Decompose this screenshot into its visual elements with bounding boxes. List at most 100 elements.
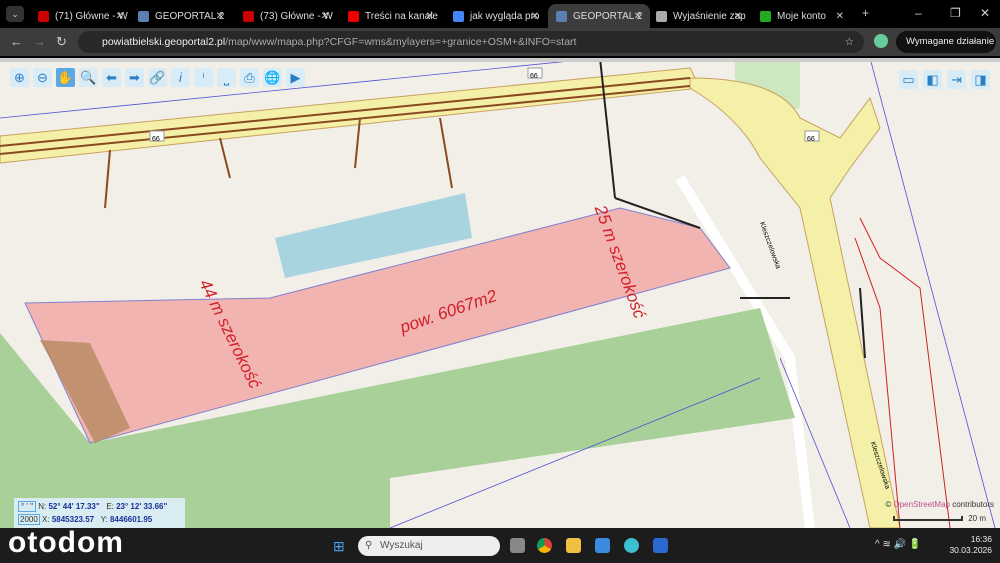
tab-favicon-icon <box>348 10 359 22</box>
map-view[interactable]: 66 66 66 Kleszczelowska Kleszczelowska p… <box>0 58 1000 528</box>
minimize-button[interactable]: – <box>915 6 922 20</box>
map-toolbar: ⊕ ⊖ ✋ 🔍 ⬅ ➡ 🔗 i ⁱ ⎵ ⎙ 🌐 ▶ <box>10 68 305 87</box>
attribution: © OpenStreetMap contributors <box>885 500 994 509</box>
road-number-label: 66 <box>530 73 538 80</box>
y-value: 8446601.95 <box>109 515 153 524</box>
n-label: N: <box>38 502 47 511</box>
action-required-button[interactable]: Wymagane działanie ⋮ <box>896 31 996 69</box>
app-icon[interactable] <box>653 538 668 553</box>
forward-icon[interactable]: → <box>33 34 46 49</box>
tab-label: Moje konto <box>777 10 826 22</box>
latitude-value: 52° 44' 17.33" <box>48 502 100 511</box>
tab-favicon-icon <box>556 10 567 22</box>
side-road <box>689 77 901 528</box>
x-label: X: <box>42 515 50 524</box>
x-value: 5845323.57 <box>51 515 95 524</box>
tab[interactable]: GEOPORTAL 2 ✕ <box>130 4 232 28</box>
tab[interactable]: (71) Główne - W ✕ <box>30 4 132 28</box>
search-icon: ⚲ <box>365 540 373 551</box>
close-tab-icon[interactable]: ✕ <box>426 11 434 22</box>
zoom-out-icon[interactable]: ⊖ <box>33 68 52 87</box>
close-tab-icon[interactable]: ✕ <box>836 11 844 22</box>
video-icon[interactable]: ▶ <box>286 68 305 87</box>
tab-favicon-icon <box>38 10 49 22</box>
pan-hand-icon[interactable]: ✋ <box>56 68 75 87</box>
scale-label: 20 m <box>968 514 986 523</box>
tab-favicon-icon <box>243 10 254 22</box>
road-number-label: 66 <box>807 136 815 143</box>
attribution-suffix: contributors <box>949 500 994 509</box>
time: 16:36 <box>970 534 992 544</box>
windows-start-icon[interactable]: ⊞ <box>333 538 345 555</box>
tab-search-button[interactable]: ⌄ <box>6 6 24 22</box>
chrome-icon[interactable] <box>537 538 552 553</box>
tab[interactable]: jak wygląda pro ✕ <box>445 4 547 28</box>
scale-bar: 20 m <box>893 514 986 523</box>
otodom-watermark: otodom <box>8 526 124 559</box>
panel-left-icon[interactable]: ◧ <box>923 70 942 89</box>
zoom-in-icon[interactable]: ⊕ <box>10 68 29 87</box>
maximize-button[interactable]: ❐ <box>950 6 961 20</box>
clock[interactable]: 16:36 30.03.2026 <box>949 534 992 556</box>
close-tab-icon[interactable]: ✕ <box>734 11 742 22</box>
file-explorer-icon[interactable] <box>566 538 581 553</box>
tab-bar: ⌄ (71) Główne - W ✕ GEOPORTAL 2 ✕ (73) Główn… <box>0 0 1000 28</box>
y-label: Y: <box>100 515 108 524</box>
tab-favicon-icon <box>760 10 771 22</box>
panel-toolbar: ▭ ◧ ⇥ ◨ <box>899 70 990 89</box>
tab[interactable]: Moje konto ✕ <box>752 4 852 28</box>
close-window-button[interactable]: ✕ <box>980 6 990 20</box>
url-input[interactable]: powiatbielski.geoportal2.pl/map/www/mapa… <box>78 31 864 53</box>
tab-favicon-icon <box>453 10 464 22</box>
coord-system-dms[interactable]: ° ' " <box>18 501 37 512</box>
coordinates-panel: ° ' " N: 52° 44' 17.33" E: 23° 12' 33.66… <box>14 498 185 528</box>
bookmark-star-icon[interactable]: ☆ <box>845 31 854 53</box>
close-tab-icon[interactable]: ✕ <box>116 11 124 22</box>
taskbar: otodom ⊞ ⚲ Wyszukaj ^ ≋ 🔊 🔋 16:36 30.03.20… <box>0 526 1000 563</box>
edge-icon[interactable] <box>624 538 639 553</box>
close-tab-icon[interactable]: ✕ <box>531 11 539 22</box>
panel-export-icon[interactable]: ⇥ <box>947 70 966 89</box>
search-placeholder: Wyszukaj <box>380 540 423 551</box>
globe-icon[interactable]: 🌐 <box>263 68 282 87</box>
tab[interactable]: (73) Główne - W ✕ <box>235 4 337 28</box>
url-host: powiatbielski.geoportal2.pl <box>102 36 226 48</box>
print-icon[interactable]: ⎙ <box>240 68 259 87</box>
info-icon[interactable]: i <box>171 68 190 87</box>
coord-system-2000[interactable]: 2000 <box>18 514 40 525</box>
address-bar: ← → ↻ powiatbielski.geoportal2.pl/map/ww… <box>0 28 1000 69</box>
taskbar-search[interactable]: ⚲ Wyszukaj <box>358 536 500 556</box>
longitude-value: 23° 12' 33.66" <box>116 502 168 511</box>
panel-top-icon[interactable]: ▭ <box>899 70 918 89</box>
tab-favicon-icon <box>656 10 667 22</box>
e-label: E: <box>106 502 114 511</box>
tab-label: GEOPORTAL 2 <box>573 10 643 22</box>
tab-label: GEOPORTAL 2 <box>155 10 225 22</box>
close-tab-icon[interactable]: ✕ <box>321 11 329 22</box>
tab[interactable]: Wyjaśnienie zap ✕ <box>648 4 750 28</box>
panel-right-icon[interactable]: ◨ <box>971 70 990 89</box>
tab[interactable]: GEOPORTAL 2 ✕ <box>548 4 650 28</box>
photos-icon[interactable] <box>595 538 610 553</box>
task-view-icon[interactable] <box>510 538 525 553</box>
new-tab-button[interactable]: + <box>862 6 869 20</box>
close-tab-icon[interactable]: ✕ <box>634 11 642 22</box>
tab-favicon-icon <box>138 10 149 22</box>
arrow-right-icon[interactable]: ➡ <box>125 68 144 87</box>
map-canvas <box>0 62 996 528</box>
date: 30.03.2026 <box>949 545 992 555</box>
arrow-left-icon[interactable]: ⬅ <box>102 68 121 87</box>
back-icon[interactable]: ← <box>10 34 23 49</box>
tray-icons[interactable]: ^ ≋ 🔊 🔋 <box>875 539 921 550</box>
road-number-label: 66 <box>152 136 160 143</box>
tab-label: jak wygląda pro <box>470 10 540 22</box>
link-icon[interactable]: 🔗 <box>148 68 167 87</box>
measure-icon[interactable]: ⎵ <box>217 68 236 87</box>
osm-link[interactable]: OpenStreetMap <box>893 500 949 509</box>
tab[interactable]: Treści na kanale ✕ <box>340 4 442 28</box>
info-layer-icon[interactable]: ⁱ <box>194 68 213 87</box>
close-tab-icon[interactable]: ✕ <box>216 11 224 22</box>
profile-avatar[interactable] <box>874 34 888 48</box>
reload-icon[interactable]: ↻ <box>56 34 67 50</box>
zoom-extent-icon[interactable]: 🔍 <box>79 68 98 87</box>
